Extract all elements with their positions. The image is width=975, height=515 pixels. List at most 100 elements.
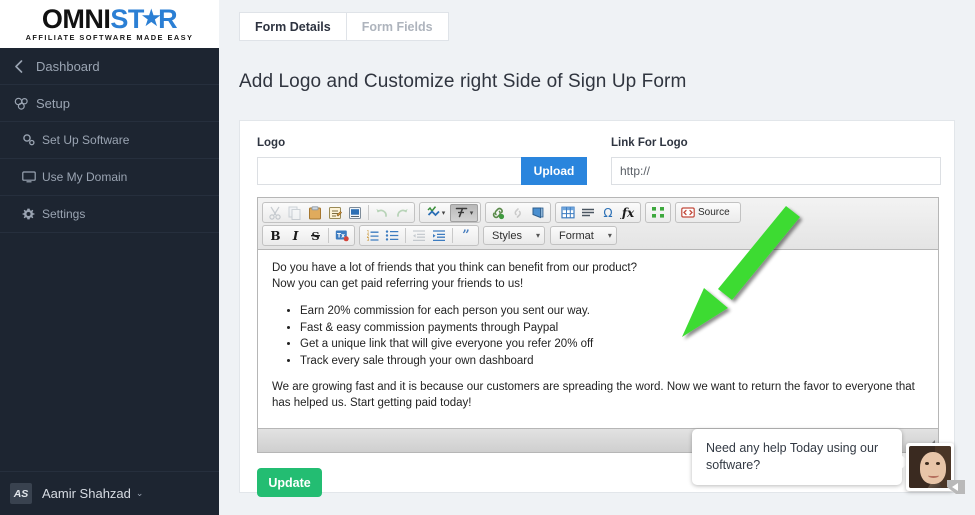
redo-icon[interactable] xyxy=(392,204,412,222)
sidebar-item-settings[interactable]: Settings xyxy=(0,196,219,233)
paste-icon[interactable] xyxy=(305,204,325,222)
chevron-left-icon xyxy=(14,59,36,73)
placeholder-fx-icon[interactable]: ƒx xyxy=(618,204,638,222)
paste-text-icon[interactable] xyxy=(325,204,345,222)
maximize-group xyxy=(645,202,671,223)
logo-text-omni: OMNI xyxy=(41,4,111,35)
sidebar-item-label: Settings xyxy=(42,207,86,221)
update-button[interactable]: Update xyxy=(257,468,322,497)
copy-icon[interactable] xyxy=(285,204,305,222)
basic-styles-group: B I S Tx xyxy=(262,225,355,246)
svg-text:B: B xyxy=(270,229,280,242)
page-title: Add Logo and Customize right Side of Sig… xyxy=(239,71,687,92)
logo-field-group: Logo Upload xyxy=(257,137,587,185)
chevron-down-icon: ▾ xyxy=(607,231,612,240)
svg-text:Ω: Ω xyxy=(603,206,612,219)
source-button-label: Source xyxy=(698,207,730,218)
editor-content-area[interactable]: Do you have a lot of friends that you th… xyxy=(258,250,938,413)
app-root: OMNIST★R AFFILIATE SOFTWARE MADE EASY Da… xyxy=(0,0,975,515)
link-field-group: Link For Logo xyxy=(611,137,941,185)
tab-form-details[interactable]: Form Details xyxy=(239,12,347,41)
spellcheck-group: ▾ ▾ xyxy=(419,202,481,223)
strikethrough-icon[interactable]: S xyxy=(305,227,325,245)
setup-gears-icon xyxy=(14,97,36,110)
editor-toolbar-row-2: B I S Tx 1 2 3 ” Styles ▾ Format ▾ xyxy=(260,224,936,247)
maximize-icon[interactable] xyxy=(648,204,668,222)
styles-dropdown-label: Styles xyxy=(492,229,522,242)
list-item: Track every sale through your own dashbo… xyxy=(300,353,924,370)
insert-group: Ω ƒx xyxy=(555,202,641,223)
toolbar-separator xyxy=(328,228,329,243)
logo-text-r: R xyxy=(158,4,178,35)
sidebar-user-menu[interactable]: AS Aamir Shahzad ⌄ xyxy=(0,471,219,515)
sidebar-item-set-up-software[interactable]: Set Up Software xyxy=(0,122,219,159)
anchor-icon[interactable] xyxy=(528,204,548,222)
toolbar-separator xyxy=(452,228,453,243)
indent-icon[interactable] xyxy=(429,227,449,245)
link-for-logo-label: Link For Logo xyxy=(611,137,688,149)
chat-message-bubble[interactable]: Need any help Today using our software? xyxy=(692,429,910,485)
avatar-eye-left xyxy=(925,462,929,465)
styles-dropdown[interactable]: Styles ▾ xyxy=(483,226,545,245)
text-color-icon[interactable]: ▾ xyxy=(450,203,478,222)
gear-icon xyxy=(22,208,42,221)
source-button[interactable]: Source xyxy=(678,203,738,222)
editor-para1-line1: Do you have a lot of friends that you th… xyxy=(272,262,638,274)
list-item: Earn 20% commission for each person you … xyxy=(300,303,924,320)
list-item: Fast & easy commission payments through … xyxy=(300,320,924,337)
clipboard-group xyxy=(262,202,415,223)
chevron-down-icon: ▾ xyxy=(469,209,474,217)
upload-button[interactable]: Upload xyxy=(521,157,587,185)
sidebar-item-dashboard[interactable]: Dashboard xyxy=(0,48,219,85)
sliders-icon xyxy=(22,134,42,146)
link-icon[interactable] xyxy=(488,204,508,222)
source-group: Source xyxy=(675,202,741,223)
sidebar-item-label: Setup xyxy=(36,95,70,111)
undo-icon[interactable] xyxy=(372,204,392,222)
avatar: AS xyxy=(10,483,32,504)
star-icon: ★ xyxy=(141,7,161,31)
editor-para1-line2: Now you can get paid referring your frie… xyxy=(272,277,524,290)
chat-message-text: Need any help Today using our software? xyxy=(706,441,879,472)
spellcheck-icon[interactable]: ▾ xyxy=(422,204,450,222)
logo-tagline: AFFILIATE SOFTWARE MADE EASY xyxy=(25,33,194,43)
monitor-icon xyxy=(22,171,42,183)
remove-format-icon[interactable]: Tx xyxy=(332,227,352,245)
sidebar-item-label: Set Up Software xyxy=(42,133,130,147)
tab-bar: Form Details Form Fields xyxy=(219,0,975,41)
outdent-icon[interactable] xyxy=(409,227,429,245)
special-char-icon[interactable]: Ω xyxy=(598,204,618,222)
sidebar-item-setup[interactable]: Setup xyxy=(0,85,219,122)
editor-toolbar: ▾ ▾ Ω ƒx Source B I S Tx 1 2 3 ” Styles … xyxy=(258,198,938,250)
link-for-logo-input[interactable] xyxy=(611,157,941,185)
logo-wordmark: OMNIST★R xyxy=(26,6,194,33)
format-dropdown[interactable]: Format ▾ xyxy=(549,226,617,245)
editor-toolbar-row-1: ▾ ▾ Ω ƒx Source xyxy=(260,201,936,224)
sidebar-item-use-my-domain[interactable]: Use My Domain xyxy=(0,159,219,196)
bold-icon[interactable]: B xyxy=(265,227,285,245)
chevron-down-icon: ▾ xyxy=(441,209,446,217)
logo-input[interactable] xyxy=(257,157,521,185)
numbered-list-icon[interactable]: 123 xyxy=(362,227,382,245)
italic-icon[interactable]: I xyxy=(285,227,305,245)
unlink-icon[interactable] xyxy=(508,204,528,222)
editor-bullet-list: Earn 20% commission for each person you … xyxy=(300,303,924,369)
horizontal-rule-icon[interactable] xyxy=(578,204,598,222)
avatar-eye-right xyxy=(936,462,940,465)
svg-text:3: 3 xyxy=(367,237,370,242)
sidebar-item-label: Dashboard xyxy=(36,58,100,74)
blockquote-icon[interactable]: ” xyxy=(456,227,476,245)
logo-label: Logo xyxy=(257,137,286,149)
brand-logo[interactable]: OMNIST★R AFFILIATE SOFTWARE MADE EASY xyxy=(0,0,219,48)
table-icon[interactable] xyxy=(558,204,578,222)
avatar-smile xyxy=(928,473,939,478)
rich-text-editor: ▾ ▾ Ω ƒx Source B I S Tx 1 2 3 ” Styles … xyxy=(257,197,939,453)
toolbar-separator xyxy=(405,228,406,243)
logo-text-st: ST xyxy=(110,4,144,35)
cut-icon[interactable] xyxy=(265,204,285,222)
list-item: Get a unique link that will give everyon… xyxy=(300,336,924,353)
chat-tab-icon[interactable] xyxy=(944,476,968,498)
bulleted-list-icon[interactable] xyxy=(382,227,402,245)
tab-form-fields[interactable]: Form Fields xyxy=(346,12,449,41)
paste-word-icon[interactable] xyxy=(345,204,365,222)
